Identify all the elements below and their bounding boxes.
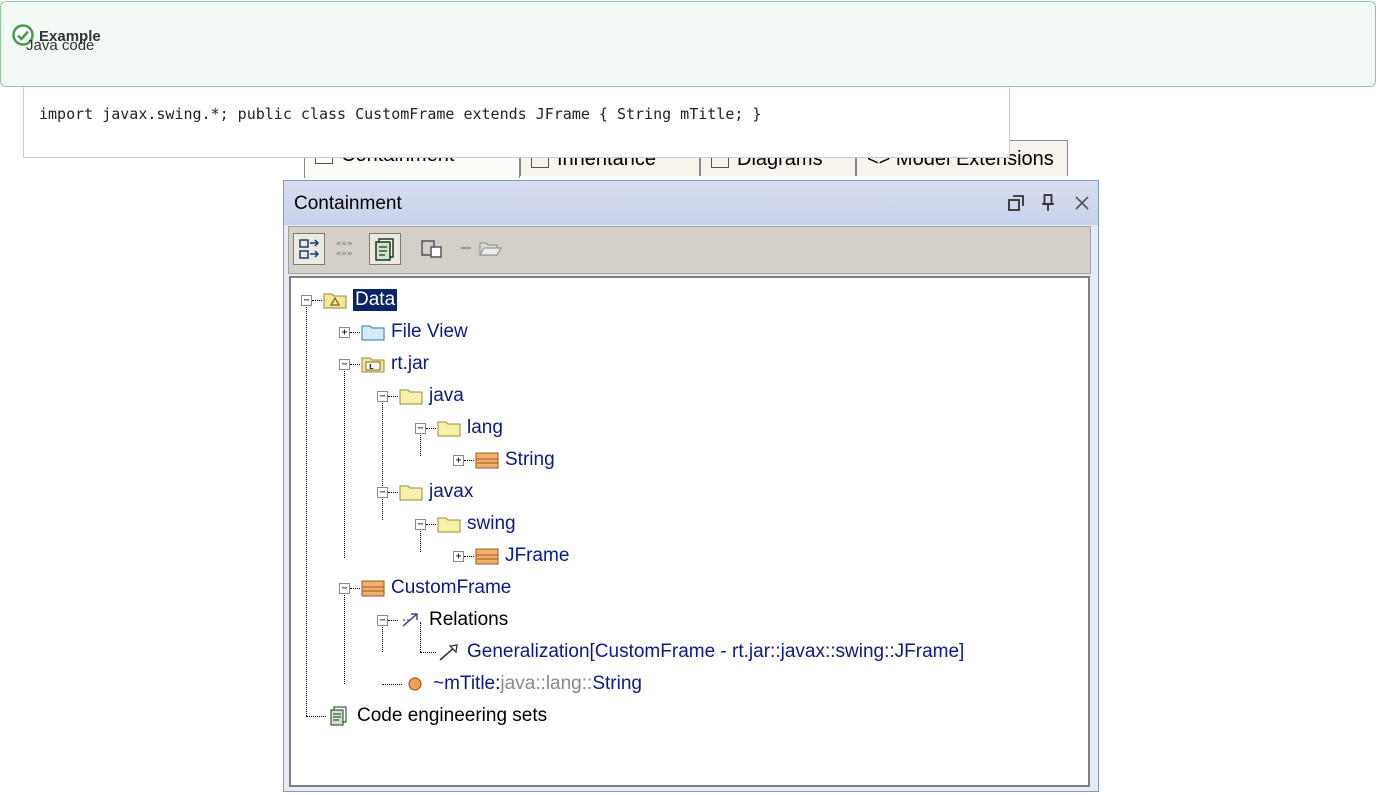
folder-icon xyxy=(361,325,385,341)
panel-header: Containment xyxy=(284,181,1098,225)
tree-node-generalization[interactable]: Generalization[CustomFrame - rt.jar::jav… xyxy=(437,638,964,666)
tree-node-java[interactable]: java xyxy=(399,382,464,410)
collapse-java-toggle[interactable]: − xyxy=(377,391,388,402)
expand-jframe-toggle[interactable]: + xyxy=(453,551,464,562)
open-button[interactable] xyxy=(475,233,507,265)
tree-node-relations[interactable]: Relations xyxy=(399,606,508,634)
panel-toolbar: «»» «»» xyxy=(288,226,1091,274)
tree-node-mtitle[interactable]: ~mTitle : java::lang:: String xyxy=(403,670,642,698)
tree-node-swing[interactable]: swing xyxy=(437,510,516,538)
svg-text:«»»: «»» xyxy=(336,249,352,259)
tree-node-javax[interactable]: javax xyxy=(399,478,473,506)
collapse-javax-toggle[interactable]: − xyxy=(377,487,388,498)
tree-node-lang[interactable]: lang xyxy=(437,414,503,442)
property-icon xyxy=(408,677,422,691)
containment-panel: Containment «»» «»» − + − − − + − − + − … xyxy=(283,180,1099,792)
model-icon xyxy=(323,293,347,309)
tree-node-customframe[interactable]: CustomFrame xyxy=(361,574,511,602)
example-callout: Java code Example xyxy=(0,1,1376,87)
code-sets-icon xyxy=(330,706,347,726)
generalization-icon xyxy=(439,644,458,661)
show-elements-button[interactable] xyxy=(417,233,449,265)
open-folder-icon xyxy=(478,242,503,256)
tree-node-string[interactable]: String xyxy=(475,446,555,474)
panel-title: Containment xyxy=(294,193,402,214)
expand-all-button[interactable] xyxy=(293,233,325,265)
close-icon[interactable] xyxy=(1070,191,1094,215)
tree-node-code-engineering-sets[interactable]: Code engineering sets xyxy=(327,702,547,730)
class-icon xyxy=(361,580,385,597)
toolbar-separator xyxy=(461,247,471,249)
tree-node-file-view[interactable]: File View xyxy=(361,318,468,346)
stereotype-icon: «»» «»» xyxy=(336,239,352,259)
package-icon xyxy=(399,485,423,501)
expand-file-view-toggle[interactable]: + xyxy=(339,327,350,338)
package-icon xyxy=(399,389,423,405)
collapse-data-toggle[interactable]: − xyxy=(301,295,312,306)
example-title: Example xyxy=(39,28,101,45)
class-icon xyxy=(475,452,499,469)
relations-icon xyxy=(402,613,418,627)
collapse-relations-toggle[interactable]: − xyxy=(377,615,388,626)
code-engineering-button[interactable] xyxy=(369,233,401,265)
collapse-swing-toggle[interactable]: − xyxy=(415,519,426,530)
package-icon xyxy=(437,517,461,533)
collapse-rt-jar-toggle[interactable]: − xyxy=(339,359,350,370)
tree-node-rt-jar[interactable]: L rt.jar xyxy=(361,350,429,378)
code-block: import javax.swing.*; public class Custo… xyxy=(23,87,1010,158)
package-icon xyxy=(437,421,461,437)
tree-node-jframe[interactable]: JFrame xyxy=(475,542,569,570)
stereotype-filter-button[interactable]: «»» «»» xyxy=(331,233,363,265)
pin-icon[interactable] xyxy=(1036,191,1060,215)
tree-expand-icon xyxy=(299,239,320,259)
expand-string-toggle[interactable]: + xyxy=(453,455,464,466)
element-icon xyxy=(421,240,442,258)
containment-tree[interactable]: − + − − − + − − + − − Data File View L r… xyxy=(289,276,1090,787)
restore-window-icon[interactable] xyxy=(1004,191,1028,215)
svg-text:«»»: «»» xyxy=(336,239,352,249)
class-icon xyxy=(475,548,499,565)
collapse-customframe-toggle[interactable]: − xyxy=(339,583,350,594)
code-text: import javax.swing.*; public class Custo… xyxy=(39,105,762,123)
code-sets-icon xyxy=(375,238,394,261)
svg-text:L: L xyxy=(369,363,374,371)
collapse-lang-toggle[interactable]: − xyxy=(415,423,426,434)
tree-node-data[interactable]: Data xyxy=(323,286,398,314)
library-icon: L xyxy=(361,357,385,373)
